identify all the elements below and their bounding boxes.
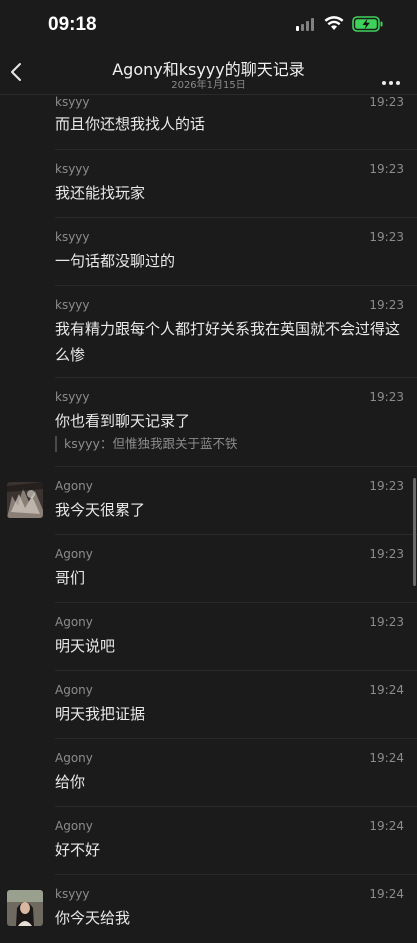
message-time: 19:24 — [369, 887, 404, 901]
battery-charging-icon — [352, 16, 383, 32]
message-item[interactable]: Agony 19:23 哥们 — [0, 535, 417, 603]
message-text: 我还能找玩家 — [55, 184, 146, 202]
nav-bar: Agony和ksyyy的聊天记录 2026年1月15日 — [0, 52, 417, 95]
message-time: 19:24 — [369, 819, 404, 833]
message-time: 19:24 — [369, 683, 404, 697]
message-item[interactable]: Agony 19:24 好不好 — [0, 807, 417, 875]
message-item[interactable]: Agony 19:24 明天我把证据 — [0, 671, 417, 739]
message-text: 一句话都没聊过的 — [55, 252, 176, 270]
message-sender: ksyyy — [55, 230, 90, 244]
message-time: 19:23 — [369, 390, 404, 404]
quoted-message[interactable]: ksyyy：但惟独我跟关于蓝不铁 — [55, 436, 237, 452]
message-sender: ksyyy — [55, 298, 90, 312]
message-item[interactable]: Agony 19:23 明天说吧 — [0, 603, 417, 671]
chat-record-date: 2026年1月15日 — [171, 80, 246, 91]
message-time: 19:23 — [369, 479, 404, 493]
message-time: 19:24 — [369, 751, 404, 765]
message-time: 19:23 — [369, 615, 404, 629]
message-sender: Agony — [55, 751, 93, 765]
message-sender: ksyyy — [55, 390, 90, 404]
scrollbar[interactable] — [413, 478, 416, 586]
message-time: 19:23 — [369, 298, 404, 312]
message-list: ksyyy 19:23 而且你还想我找人的话 ksyyy 19:23 我还能找玩… — [0, 95, 417, 943]
avatar-ksyyy[interactable] — [7, 890, 43, 926]
message-time: 19:23 — [369, 230, 404, 244]
message-text: 哥们 — [55, 569, 86, 587]
status-time: 09:18 — [48, 14, 97, 35]
message-item[interactable]: ksyyy 19:23 我还能找玩家 — [0, 150, 417, 218]
message-sender: Agony — [55, 683, 93, 697]
more-options-icon[interactable] — [382, 70, 403, 89]
message-text: 明天说吧 — [55, 637, 116, 655]
message-text: 你也看到聊天记录了 — [55, 412, 191, 430]
message-time: 19:23 — [369, 162, 404, 176]
message-text: 好不好 — [55, 841, 101, 859]
message-sender: ksyyy — [55, 95, 90, 109]
message-text: 给你 — [55, 773, 86, 791]
message-item[interactable]: Agony 19:24 给你 — [0, 739, 417, 807]
message-text: 我今天很累了 — [55, 501, 146, 519]
status-bar: 09:18 — [0, 0, 417, 52]
message-time: 19:23 — [369, 547, 404, 561]
message-item[interactable]: ksyyy 19:23 一句话都没聊过的 — [0, 218, 417, 286]
message-item[interactable]: Agony 19:23 我今天很累了 — [0, 467, 417, 535]
message-time: 19:23 — [369, 95, 404, 109]
message-text: 而且你还想我找人的话 — [55, 115, 206, 133]
message-text: 明天我把证据 — [55, 705, 146, 723]
message-sender: ksyyy — [55, 887, 90, 901]
message-item[interactable]: ksyyy 19:23 而且你还想我找人的话 — [0, 95, 417, 150]
message-item[interactable]: ksyyy 19:23 你也看到聊天记录了 ksyyy：但惟独我跟关于蓝不铁 — [0, 378, 417, 467]
message-sender: Agony — [55, 819, 93, 833]
avatar-agony[interactable] — [7, 482, 43, 518]
message-sender: Agony — [55, 479, 93, 493]
message-text: 你今天给我 — [55, 909, 131, 927]
message-sender: Agony — [55, 547, 93, 561]
message-text: 我有精力跟每个人都打好关系我在英国就不会过得这么惨 — [55, 320, 401, 364]
message-sender: Agony — [55, 615, 93, 629]
wifi-icon — [324, 16, 344, 30]
message-item[interactable]: ksyyy 19:23 我有精力跟每个人都打好关系我在英国就不会过得这么惨 — [0, 286, 417, 378]
message-item[interactable]: ksyyy 19:24 你今天给我 — [0, 875, 417, 943]
message-sender: ksyyy — [55, 162, 90, 176]
